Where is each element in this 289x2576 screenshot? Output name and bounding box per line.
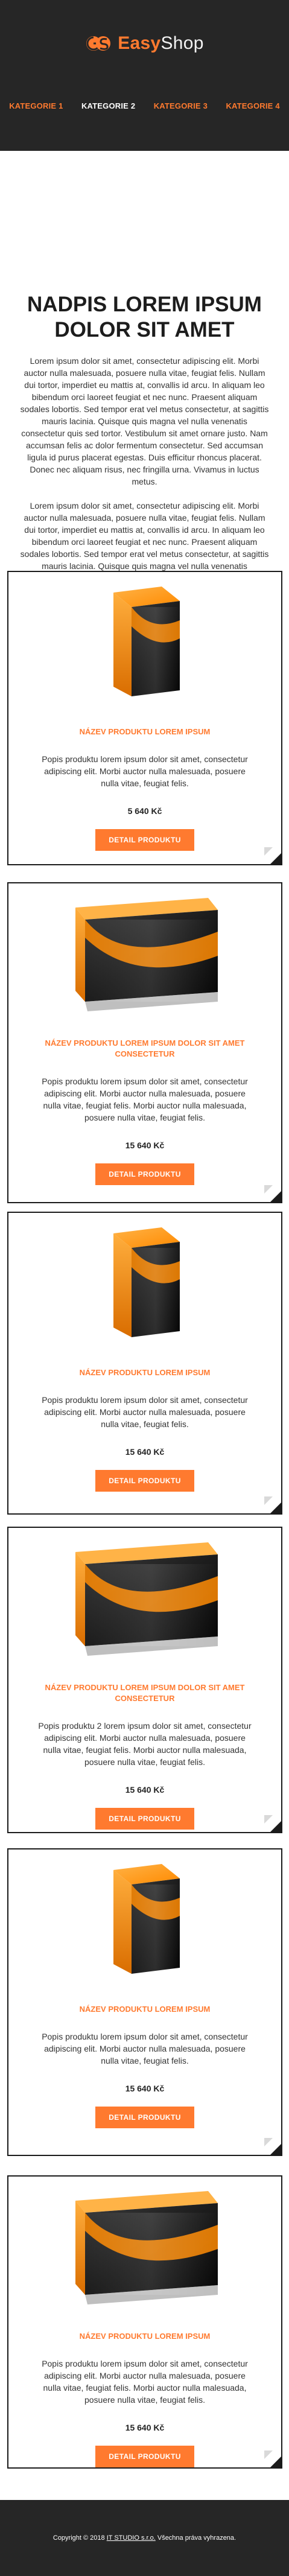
product-image[interactable] [8,1225,281,1346]
card-corner-fold [264,1815,273,1824]
nav-item-kategorie-4[interactable]: KATEGORIE 4 [223,101,282,110]
card-corner-fold [264,1496,273,1505]
logo-icon [86,36,111,51]
product-description: Popis produktu 2 lorem ipsum dolor sit a… [38,1721,252,1767]
product-detail-button[interactable]: DETAIL PRODUKTU [95,829,194,851]
product-name[interactable]: NÁZEV PRODUKTU LOREM IPSUM DOLOR SIT AME… [33,1682,257,1704]
product-card: NÁZEV PRODUKTU LOREM IPSUM DOLOR SIT AME… [7,1527,282,1833]
copyright-text: Copyright © 2018 IT STUDIO s.r.o. Všechn… [53,2534,236,2542]
card-corner-fold [264,2138,273,2146]
product-price: 5 640 Kč [127,806,162,816]
copyright-suffix: Všechna práva vyhrazena. [155,2534,237,2542]
brand-name-shop: Shop [160,33,204,53]
card-corner-fold [264,847,273,856]
product-price: 15 640 Kč [125,2084,165,2093]
page-title-line-2: DOLOR SIT AMET [54,318,235,342]
product-detail-button[interactable]: DETAIL PRODUKTU [95,2107,194,2128]
product-card: NÁZEV PRODUKTU LOREM IPSUM Popis produkt… [7,1212,282,1515]
brand-logo[interactable]: EasyShop [0,33,289,54]
intro-section: NADPIS LOREM IPSUM DOLOR SIT AMET Lorem … [0,151,289,632]
product-description: Popis produktu lorem ipsum dolor sit ame… [42,1077,248,1122]
product-name[interactable]: NÁZEV PRODUKTU LOREM IPSUM [33,2331,257,2342]
product-card: NÁZEV PRODUKTU LOREM IPSUM DOLOR SIT AME… [7,882,282,1203]
product-card: NÁZEV PRODUKTU LOREM IPSUM Popis produkt… [7,571,282,865]
brand-name: EasyShop [118,33,204,54]
product-description: Popis produktu lorem ipsum dolor sit ame… [42,2359,248,2405]
intro-paragraph-1: Lorem ipsum dolor sit amet, consectetur … [20,356,269,486]
product-image[interactable] [8,1540,281,1661]
copyright-prefix: Copyright © 2018 [52,2534,107,2542]
product-name[interactable]: NÁZEV PRODUKTU LOREM IPSUM [33,727,257,737]
product-image[interactable] [8,2189,281,2309]
brand-name-easy: Easy [118,33,161,53]
product-detail-button[interactable]: DETAIL PRODUKTU [95,1163,194,1185]
company-link[interactable]: IT STUDIO s.r.o. [107,2534,156,2542]
product-detail-button[interactable]: DETAIL PRODUKTU [95,2446,194,2467]
product-description: Popis produktu lorem ipsum dolor sit ame… [42,754,248,788]
product-image[interactable] [8,1862,281,1982]
main-nav: KATEGORIE 1 KATEGORIE 2 KATEGORIE 3 KATE… [0,101,289,110]
card-corner-fold [264,1185,273,1194]
site-header: EasyShop KATEGORIE 1 KATEGORIE 2 KATEGOR… [0,0,289,151]
product-description: Popis produktu lorem ipsum dolor sit ame… [42,1395,248,1429]
product-image[interactable] [8,584,281,705]
card-corner-fold [264,2450,273,2459]
product-name[interactable]: NÁZEV PRODUKTU LOREM IPSUM [33,1367,257,1378]
product-price: 15 640 Kč [125,2423,165,2432]
product-name[interactable]: NÁZEV PRODUKTU LOREM IPSUM DOLOR SIT AME… [33,1038,257,1060]
page-title-line-1: NADPIS LOREM IPSUM [27,293,262,316]
product-name[interactable]: NÁZEV PRODUKTU LOREM IPSUM [33,2004,257,2015]
product-description: Popis produktu lorem ipsum dolor sit ame… [42,2032,248,2066]
nav-item-kategorie-1[interactable]: KATEGORIE 1 [7,101,65,110]
product-card: NÁZEV PRODUKTU LOREM IPSUM Popis produkt… [7,2175,282,2469]
product-price: 15 640 Kč [125,1785,165,1795]
nav-item-kategorie-2[interactable]: KATEGORIE 2 [79,101,138,110]
page-title: NADPIS LOREM IPSUM DOLOR SIT AMET [14,292,275,343]
product-price: 15 640 Kč [125,1447,165,1457]
product-image[interactable] [8,895,281,1016]
product-detail-button[interactable]: DETAIL PRODUKTU [95,1808,194,1830]
nav-item-kategorie-3[interactable]: KATEGORIE 3 [151,101,210,110]
product-price: 15 640 Kč [125,1140,165,1150]
product-card: NÁZEV PRODUKTU LOREM IPSUM Popis produkt… [7,1848,282,2156]
site-footer: Copyright © 2018 IT STUDIO s.r.o. Všechn… [0,2500,289,2576]
product-detail-button[interactable]: DETAIL PRODUKTU [95,1470,194,1492]
